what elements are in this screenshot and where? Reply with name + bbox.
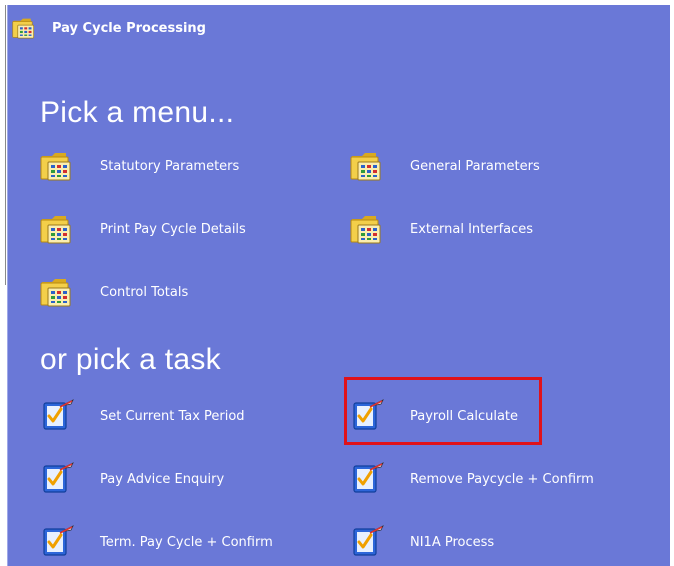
menus-heading: Pick a menu... (40, 96, 235, 129)
folder-menu-icon (40, 211, 76, 247)
menu-item-label: Control Totals (100, 284, 189, 300)
task-check-icon (350, 524, 386, 560)
tasks-heading: or pick a task (40, 343, 221, 376)
task-item-ni1a-process[interactable]: NI1A Process (350, 522, 494, 562)
folder-menu-icon (350, 148, 386, 184)
task-item-label: Remove Paycycle + Confirm (410, 471, 594, 487)
menu-item-control-totals[interactable]: Control Totals (40, 272, 188, 312)
task-check-icon (40, 461, 76, 497)
app-frame: Pay Cycle Processing Pick a menu... Stat… (0, 0, 674, 566)
menu-item-label: Statutory Parameters (100, 158, 240, 174)
folder-menu-icon (40, 148, 76, 184)
task-item-term-pay-cycle-confirm[interactable]: Term. Pay Cycle + Confirm (40, 522, 273, 562)
task-item-label: Pay Advice Enquiry (100, 471, 225, 487)
menu-item-label: General Parameters (410, 158, 540, 174)
menu-item-label: Print Pay Cycle Details (100, 221, 246, 237)
folder-menu-icon (350, 211, 386, 247)
task-check-icon (350, 461, 386, 497)
folder-menu-icon (40, 274, 76, 310)
menu-item-external-interfaces[interactable]: External Interfaces (350, 209, 533, 249)
task-item-pay-advice-enquiry[interactable]: Pay Advice Enquiry (40, 459, 224, 499)
menu-item-print-pay-cycle-details[interactable]: Print Pay Cycle Details (40, 209, 246, 249)
menu-item-statutory-parameters[interactable]: Statutory Parameters (40, 146, 239, 186)
page-title: Pay Cycle Processing (52, 20, 206, 36)
window-left-edge (0, 0, 7, 566)
task-item-label: Term. Pay Cycle + Confirm (100, 534, 273, 550)
folder-menu-icon (12, 15, 38, 41)
task-check-icon (40, 398, 76, 434)
task-item-set-current-tax-period[interactable]: Set Current Tax Period (40, 396, 245, 436)
task-item-label: Set Current Tax Period (100, 408, 245, 424)
highlight-box (344, 377, 542, 445)
task-check-icon (40, 524, 76, 560)
title-bar: Pay Cycle Processing (12, 12, 206, 44)
window-border-line (5, 5, 6, 285)
menu-item-label: External Interfaces (410, 221, 534, 237)
task-item-remove-paycycle-confirm[interactable]: Remove Paycycle + Confirm (350, 459, 594, 499)
task-item-label: NI1A Process (410, 534, 495, 550)
menu-item-general-parameters[interactable]: General Parameters (350, 146, 540, 186)
